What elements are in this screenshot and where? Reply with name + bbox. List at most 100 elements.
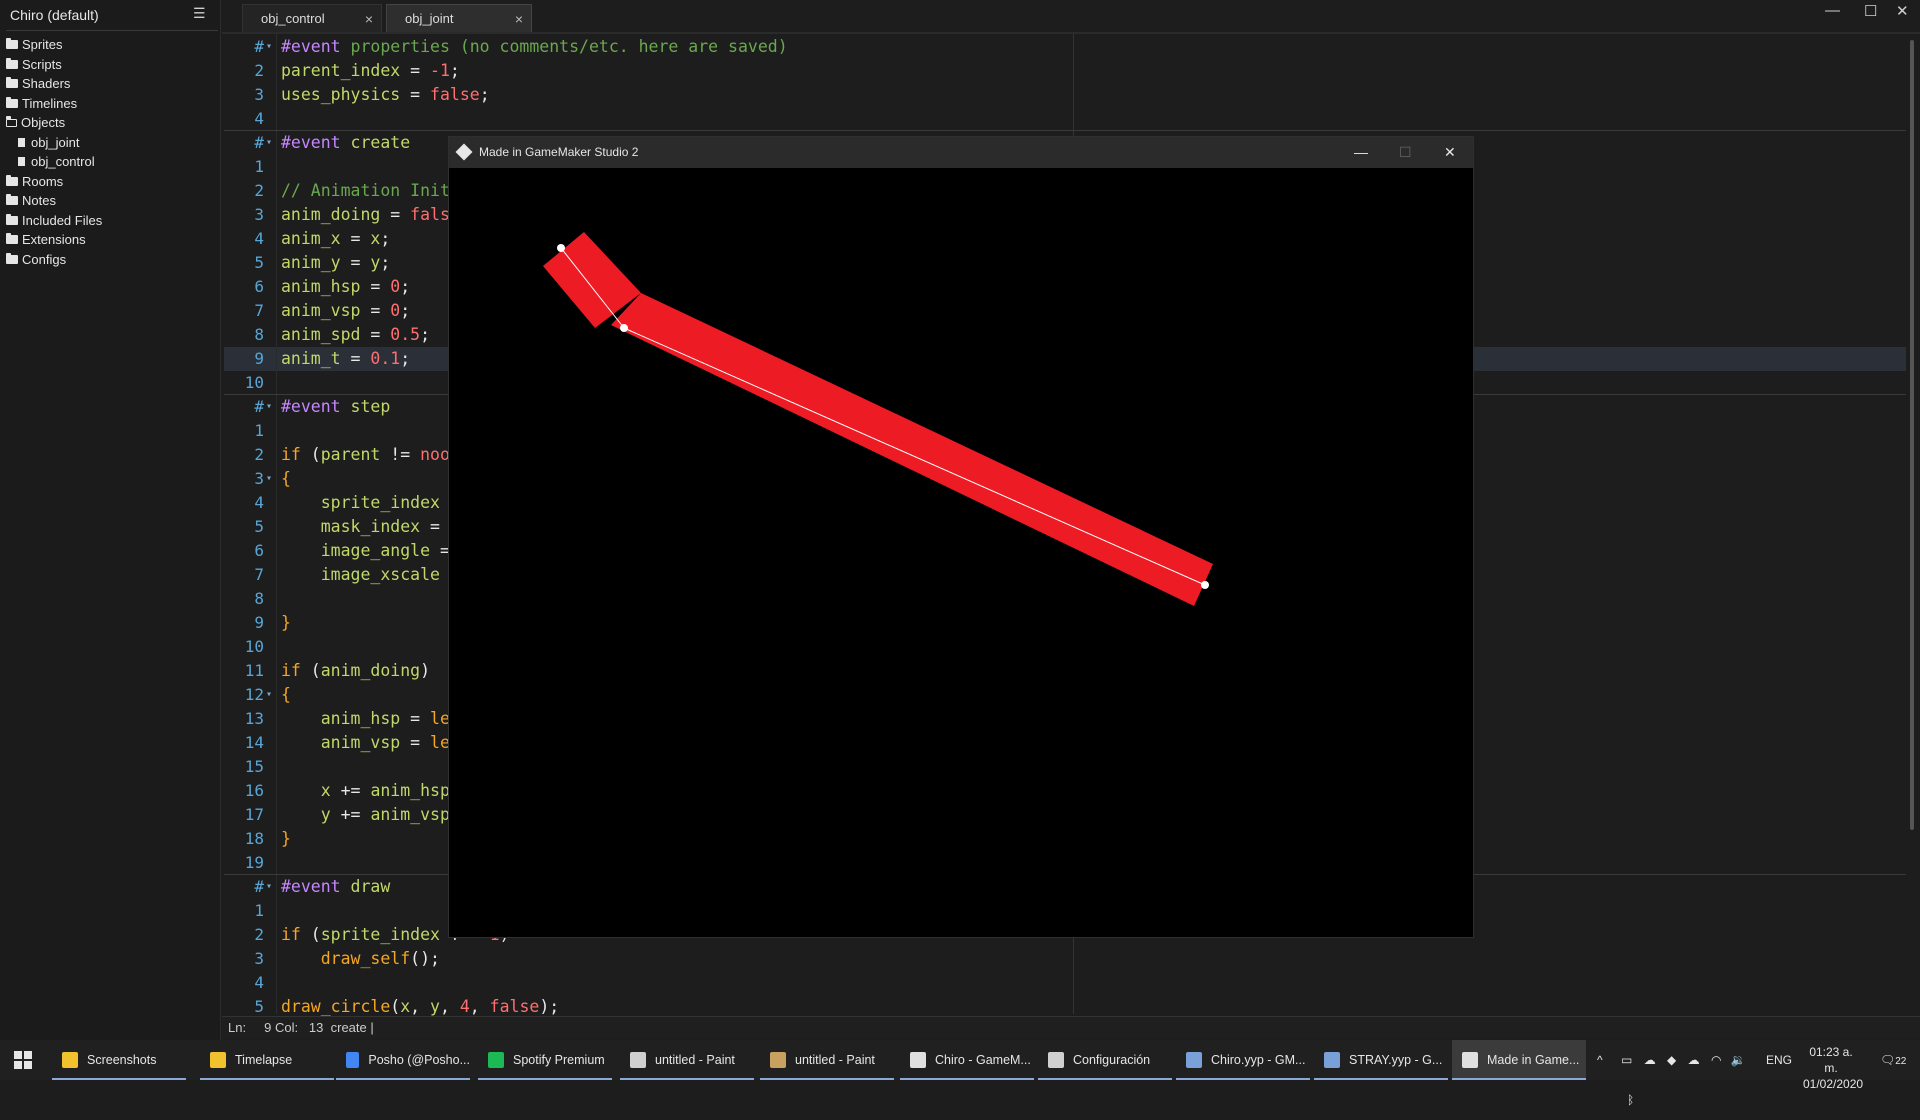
fold-arrow-icon[interactable]: ▾: [266, 35, 272, 59]
scrollbar-thumb[interactable]: [1910, 40, 1914, 830]
clock[interactable]: 01:23 a. m. 01/02/2020: [1803, 1044, 1863, 1091]
fold-arrow-icon[interactable]: ▾: [266, 683, 272, 707]
code-line[interactable]: parent_index = -1;: [281, 59, 460, 83]
cloud-sync-icon[interactable]: ☁: [1688, 1053, 1700, 1067]
taskbar-item[interactable]: Chiro.yyp - GM...: [1176, 1040, 1310, 1080]
code-line[interactable]: image_xscale: [281, 563, 440, 587]
app-icon: [488, 1052, 504, 1068]
sidebar-item-label: obj_joint: [31, 134, 80, 150]
sidebar-item-included-files[interactable]: Included Files: [6, 211, 102, 231]
code-line[interactable]: draw_self();: [281, 947, 440, 971]
code-line[interactable]: anim_vsp = le: [281, 731, 450, 755]
code-line[interactable]: anim_hsp = le: [281, 707, 450, 731]
code-line[interactable]: anim_y = y;: [281, 251, 390, 275]
tray-icons[interactable]: ▭ ☁ ◆ ☁ ◠ 🔉 ᛒ: [1621, 1040, 1761, 1107]
volume-icon[interactable]: 🔉: [1731, 1053, 1746, 1067]
tab-obj-control[interactable]: obj_control ×: [242, 4, 382, 32]
taskbar-item[interactable]: STRAY.yyp - G...: [1314, 1040, 1448, 1080]
code-line[interactable]: image_angle =: [281, 539, 450, 563]
code-line[interactable]: x += anim_hsp: [281, 779, 450, 803]
code-line[interactable]: #event properties (no comments/etc. here…: [281, 35, 788, 59]
code-line[interactable]: sprite_index: [281, 491, 440, 515]
sidebar-item-sprites[interactable]: Sprites: [6, 35, 102, 55]
fold-arrow-icon[interactable]: ▾: [266, 395, 272, 419]
taskbar-item[interactable]: Posho (@Posho...: [336, 1040, 470, 1080]
sidebar-item-timelines[interactable]: Timelines: [6, 94, 102, 114]
start-button[interactable]: [14, 1040, 34, 1080]
code-line[interactable]: anim_t = 0.1;: [281, 347, 410, 371]
line-number: 4: [254, 973, 264, 992]
folder-icon: [6, 57, 18, 69]
code-line[interactable]: mask_index =: [281, 515, 440, 539]
fold-arrow-icon[interactable]: ▾: [266, 875, 272, 899]
code-line[interactable]: #event step: [281, 395, 390, 419]
minimize-icon[interactable]: —: [1354, 137, 1368, 168]
code-line[interactable]: if (parent != noo: [281, 443, 450, 467]
code-line[interactable]: anim_doing = fals: [281, 203, 450, 227]
sidebar-item-configs[interactable]: Configs: [6, 250, 102, 270]
taskbar-item[interactable]: untitled - Paint: [760, 1040, 894, 1080]
code-line[interactable]: anim_hsp = 0;: [281, 275, 410, 299]
code-line[interactable]: anim_x = x;: [281, 227, 390, 251]
sidebar-item-extensions[interactable]: Extensions: [6, 230, 102, 250]
code-line[interactable]: uses_physics = false;: [281, 83, 490, 107]
close-icon[interactable]: ✕: [1896, 2, 1909, 20]
menu-icon[interactable]: ☰: [193, 5, 206, 22]
app-icon: [1324, 1052, 1340, 1068]
sidebar-item-objects[interactable]: Objects: [5, 113, 102, 133]
game-canvas[interactable]: [449, 168, 1473, 937]
taskbar-item-label: Screenshots: [87, 1053, 157, 1067]
cursor-position: Ln: 9 Col: 13 create |: [228, 1020, 374, 1035]
game-title-bar[interactable]: Made in GameMaker Studio 2 — ☐ ✕: [449, 137, 1473, 168]
wifi-icon[interactable]: ◠: [1711, 1053, 1721, 1067]
sidebar-item-notes[interactable]: Notes: [6, 191, 102, 211]
taskbar-item[interactable]: Screenshots: [52, 1040, 186, 1080]
close-icon[interactable]: ✕: [1444, 137, 1456, 168]
maximize-icon[interactable]: ☐: [1864, 2, 1877, 20]
cloud-icon[interactable]: ☁: [1644, 1053, 1656, 1067]
code-line[interactable]: }: [281, 827, 291, 851]
sidebar-item-rooms[interactable]: Rooms: [6, 172, 102, 192]
fold-arrow-icon[interactable]: ▾: [266, 131, 272, 155]
taskbar-item[interactable]: Chiro - GameM...: [900, 1040, 1034, 1080]
close-icon[interactable]: ×: [365, 5, 373, 33]
taskbar-item-label: Configuración: [1073, 1053, 1151, 1067]
folder-icon: [6, 194, 18, 206]
code-line[interactable]: // Animation Init: [281, 179, 450, 203]
sidebar-item-obj-joint[interactable]: obj_joint: [6, 133, 102, 153]
dropbox-icon[interactable]: ◆: [1667, 1053, 1676, 1067]
battery-icon[interactable]: ▭: [1621, 1053, 1632, 1067]
minimize-icon[interactable]: —: [1825, 2, 1840, 19]
maximize-icon[interactable]: ☐: [1399, 137, 1412, 168]
fold-arrow-icon[interactable]: ▾: [266, 467, 272, 491]
sidebar-item-label: obj_control: [31, 154, 95, 169]
sidebar-item-obj-control[interactable]: obj_control: [6, 152, 102, 172]
tab-obj-joint[interactable]: obj_joint ×: [386, 4, 532, 32]
code-line[interactable]: }: [281, 611, 291, 635]
code-line[interactable]: {: [281, 683, 291, 707]
code-line[interactable]: #event draw: [281, 875, 390, 899]
code-line[interactable]: if (anim_doing): [281, 659, 430, 683]
tray-chevron-icon[interactable]: ^: [1597, 1040, 1603, 1080]
language-indicator[interactable]: ENG: [1766, 1040, 1792, 1080]
sidebar-item-scripts[interactable]: Scripts: [6, 55, 102, 75]
code-line[interactable]: y += anim_vsp: [281, 803, 450, 827]
taskbar-item[interactable]: Timelapse: [200, 1040, 334, 1080]
code-line[interactable]: anim_vsp = 0;: [281, 299, 410, 323]
notification-center[interactable]: 🗨22: [1880, 1040, 1908, 1080]
line-number: 3: [254, 85, 264, 104]
close-icon[interactable]: ×: [515, 5, 523, 33]
taskbar-item[interactable]: Configuración: [1038, 1040, 1172, 1080]
game-window[interactable]: Made in GameMaker Studio 2 — ☐ ✕: [448, 136, 1474, 938]
sidebar-item-label: Notes: [22, 193, 56, 208]
taskbar-item[interactable]: Made in Game...: [1452, 1040, 1586, 1080]
sidebar-item-shaders[interactable]: Shaders: [6, 74, 102, 94]
taskbar-item[interactable]: untitled - Paint: [620, 1040, 754, 1080]
line-number: 1: [254, 157, 264, 176]
code-line[interactable]: {: [281, 467, 291, 491]
taskbar-item[interactable]: Spotify Premium: [478, 1040, 612, 1080]
folder-icon: [6, 174, 18, 186]
bluetooth-icon[interactable]: ᛒ: [1627, 1093, 1634, 1107]
code-line[interactable]: anim_spd = 0.5;: [281, 323, 430, 347]
code-line[interactable]: #event create: [281, 131, 410, 155]
